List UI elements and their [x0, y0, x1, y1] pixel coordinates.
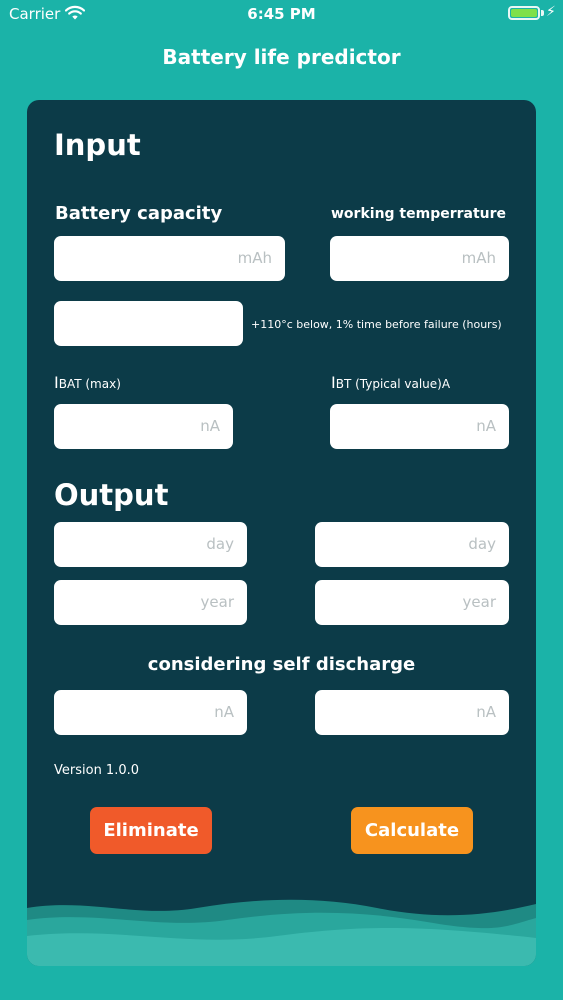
output-day-right[interactable]: day — [315, 522, 509, 567]
status-bar: Carrier 6:45 PM ⚡ — [0, 0, 563, 30]
version-label: Version 1.0.0 — [54, 763, 140, 778]
ibt-subscript: BT (Typical value)A — [335, 377, 451, 391]
wave-decoration — [27, 899, 536, 966]
ibt-typical-input[interactable]: nA — [330, 404, 509, 449]
battery-capacity-input[interactable]: mAh — [54, 236, 285, 281]
self-discharge-right[interactable]: nA — [315, 690, 509, 735]
clock: 6:45 PM — [247, 5, 316, 23]
failure-time-label: +110°c below, 1% time before failure (ho… — [251, 318, 502, 331]
output-year-right[interactable]: year — [315, 580, 509, 625]
battery-icon — [508, 6, 540, 20]
eliminate-button[interactable]: Eliminate — [90, 807, 212, 854]
calculator-card: Input Battery capacity working temperrat… — [27, 100, 536, 966]
output-day-left[interactable]: day — [54, 522, 247, 567]
working-temperature-label: working temperrature — [331, 206, 507, 222]
page-title: Battery life predictor — [162, 45, 401, 69]
ibat-subscript: BAT (max) — [58, 377, 121, 391]
output-heading: Output — [54, 478, 169, 512]
failure-time-input[interactable] — [54, 301, 243, 346]
ibat-max-input[interactable]: nA — [54, 404, 233, 449]
calculate-button[interactable]: Calculate — [351, 807, 473, 854]
self-discharge-label: considering self discharge — [147, 654, 416, 675]
self-discharge-left[interactable]: nA — [54, 690, 247, 735]
ibat-max-label: IBAT (max) — [54, 373, 121, 392]
charging-icon: ⚡ — [546, 4, 556, 20]
working-temperature-input[interactable]: mAh — [330, 236, 509, 281]
output-year-left[interactable]: year — [54, 580, 247, 625]
input-heading: Input — [54, 128, 141, 162]
battery-capacity-label: Battery capacity — [55, 203, 223, 224]
battery-nub — [541, 10, 544, 16]
ibt-typical-label: IBT (Typical value)A — [331, 373, 450, 392]
